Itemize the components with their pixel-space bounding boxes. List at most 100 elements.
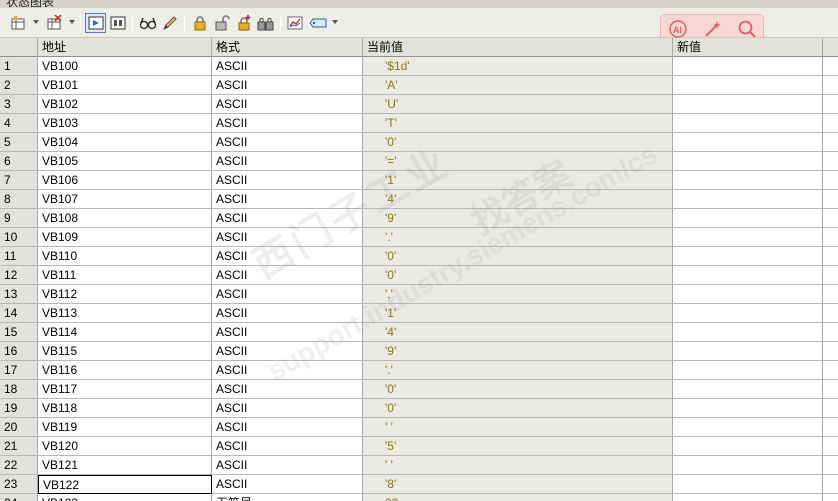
add-table-button[interactable] xyxy=(8,13,30,33)
format-cell[interactable]: ASCII xyxy=(212,76,363,95)
address-cell[interactable]: VB110 xyxy=(38,247,212,266)
new-value-cell[interactable] xyxy=(673,342,823,361)
format-cell[interactable]: ASCII xyxy=(212,323,363,342)
address-cell[interactable]: VB107 xyxy=(38,190,212,209)
address-cell[interactable]: VB112 xyxy=(38,285,212,304)
format-cell[interactable]: ASCII xyxy=(212,266,363,285)
table-row[interactable]: 9 VB108 ASCII '9' xyxy=(0,209,838,228)
address-cell[interactable]: VB100 xyxy=(38,57,212,76)
force-button[interactable] xyxy=(234,13,254,33)
table-row[interactable]: 17 VB116 ASCII '.' xyxy=(0,361,838,380)
format-cell[interactable]: ASCII xyxy=(212,247,363,266)
chart-button[interactable] xyxy=(285,13,305,33)
new-value-cell[interactable] xyxy=(673,95,823,114)
write-button[interactable] xyxy=(160,13,180,33)
table-row[interactable]: 19 VB118 ASCII '0' xyxy=(0,399,838,418)
table-row[interactable]: 21 VB120 ASCII '5' xyxy=(0,437,838,456)
address-cell[interactable]: VB109 xyxy=(38,228,212,247)
search-button[interactable] xyxy=(737,19,757,39)
address-cell[interactable]: VB120 xyxy=(38,437,212,456)
new-value-cell[interactable] xyxy=(673,171,823,190)
format-cell[interactable]: ASCII xyxy=(212,209,363,228)
table-row[interactable]: 5 VB104 ASCII '0' xyxy=(0,133,838,152)
new-value-cell[interactable] xyxy=(673,152,823,171)
new-value-cell[interactable] xyxy=(673,437,823,456)
address-cell[interactable]: VB103 xyxy=(38,114,212,133)
address-cell[interactable]: VB121 xyxy=(38,456,212,475)
tag-button[interactable] xyxy=(308,13,330,33)
format-cell[interactable]: ASCII xyxy=(212,399,363,418)
header-current-value[interactable]: 当前值 xyxy=(363,38,673,57)
format-cell[interactable]: ASCII xyxy=(212,342,363,361)
format-cell[interactable]: ASCII xyxy=(212,361,363,380)
new-value-cell[interactable] xyxy=(673,494,823,501)
format-cell[interactable]: ASCII xyxy=(212,171,363,190)
header-format[interactable]: 格式 xyxy=(212,38,363,57)
delete-table-button[interactable] xyxy=(44,13,66,33)
table-row-partial[interactable]: 24VB123无符号23 xyxy=(0,494,838,501)
new-value-cell[interactable] xyxy=(673,57,823,76)
table-row[interactable]: 12 VB111 ASCII '0' xyxy=(0,266,838,285)
table-row[interactable]: 14 VB113 ASCII '1' xyxy=(0,304,838,323)
new-value-cell[interactable] xyxy=(673,285,823,304)
unlock-button[interactable] xyxy=(212,13,232,33)
new-value-cell[interactable] xyxy=(673,266,823,285)
new-value-cell[interactable] xyxy=(673,456,823,475)
new-value-cell[interactable] xyxy=(673,361,823,380)
magic-wand-button[interactable] xyxy=(703,19,723,39)
new-value-cell[interactable] xyxy=(673,133,823,152)
trend-view-button[interactable] xyxy=(85,13,106,33)
address-cell[interactable]: VB123 xyxy=(38,494,212,501)
new-value-cell[interactable] xyxy=(673,399,823,418)
address-cell[interactable]: VB114 xyxy=(38,323,212,342)
table-row[interactable]: 22 VB121 ASCII ' ' xyxy=(0,456,838,475)
address-cell[interactable]: VB106 xyxy=(38,171,212,190)
address-cell[interactable]: VB105 xyxy=(38,152,212,171)
header-new-value[interactable]: 新值 xyxy=(673,38,823,57)
format-cell[interactable]: ASCII xyxy=(212,133,363,152)
table-row[interactable]: 15 VB114 ASCII '4' xyxy=(0,323,838,342)
address-cell[interactable]: VB119 xyxy=(38,418,212,437)
table-row[interactable]: 13 VB112 ASCII ',' xyxy=(0,285,838,304)
address-cell[interactable]: VB113 xyxy=(38,304,212,323)
add-table-dropdown[interactable] xyxy=(33,20,39,24)
delete-table-dropdown[interactable] xyxy=(69,20,75,24)
lock-button[interactable] xyxy=(190,13,210,33)
address-cell[interactable]: VB111 xyxy=(38,266,212,285)
table-row[interactable]: 1 VB100 ASCII '$1d' xyxy=(0,57,838,76)
address-cell[interactable]: VB118 xyxy=(38,399,212,418)
format-cell[interactable]: ASCII xyxy=(212,95,363,114)
header-address[interactable]: 地址 xyxy=(38,38,212,57)
table-row[interactable]: 3 VB102 ASCII 'U' xyxy=(0,95,838,114)
address-cell[interactable]: VB115 xyxy=(38,342,212,361)
table-row[interactable]: 10 VB109 ASCII '.' xyxy=(0,228,838,247)
table-row[interactable]: 11 VB110 ASCII '0' xyxy=(0,247,838,266)
table-row[interactable]: 2 VB101 ASCII 'A' xyxy=(0,76,838,95)
format-cell[interactable]: 无符号 xyxy=(212,494,363,501)
table-row[interactable]: 16 VB115 ASCII '9' xyxy=(0,342,838,361)
address-cell[interactable]: VB104 xyxy=(38,133,212,152)
new-value-cell[interactable] xyxy=(673,418,823,437)
new-value-cell[interactable] xyxy=(673,323,823,342)
table-view-button[interactable] xyxy=(108,13,128,33)
address-cell[interactable]: VB101 xyxy=(38,76,212,95)
new-value-cell[interactable] xyxy=(673,304,823,323)
new-value-cell[interactable] xyxy=(673,76,823,95)
read-button[interactable] xyxy=(138,13,158,33)
format-cell[interactable]: ASCII xyxy=(212,418,363,437)
table-row[interactable]: 20 VB119 ASCII ' ' xyxy=(0,418,838,437)
tag-dropdown[interactable] xyxy=(332,20,338,24)
address-cell[interactable]: VB122 xyxy=(38,475,212,494)
ai-button[interactable]: AI xyxy=(668,19,688,39)
table-row[interactable]: 8 VB107 ASCII '4' xyxy=(0,190,838,209)
new-value-cell[interactable] xyxy=(673,247,823,266)
read-all-forced-button[interactable] xyxy=(256,13,276,33)
format-cell[interactable]: ASCII xyxy=(212,380,363,399)
address-cell[interactable]: VB102 xyxy=(38,95,212,114)
address-cell[interactable]: VB108 xyxy=(38,209,212,228)
new-value-cell[interactable] xyxy=(673,114,823,133)
format-cell[interactable]: ASCII xyxy=(212,437,363,456)
format-cell[interactable]: ASCII xyxy=(212,57,363,76)
format-cell[interactable]: ASCII xyxy=(212,228,363,247)
format-cell[interactable]: ASCII xyxy=(212,114,363,133)
